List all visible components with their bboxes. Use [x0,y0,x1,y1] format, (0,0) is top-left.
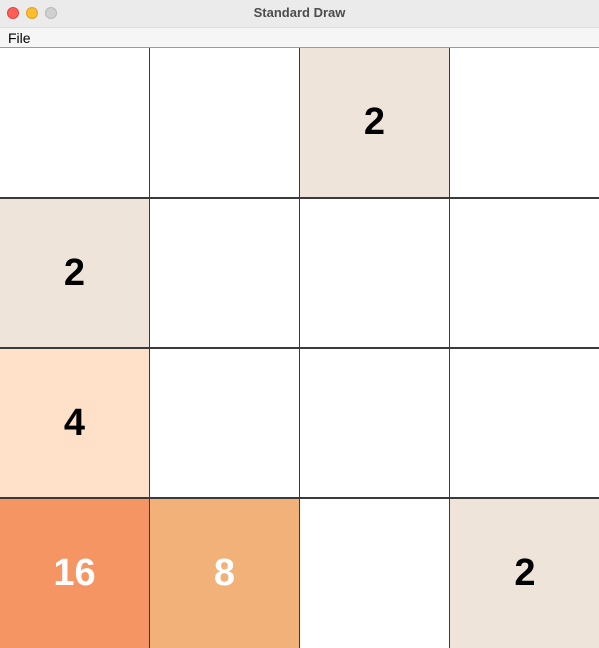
menu-file[interactable]: File [8,30,31,46]
tile-r3-c2 [299,498,450,648]
tile-r0-c0 [0,48,150,198]
tile-value: 2 [363,101,386,143]
game-board: 2 2 4 16 8 2 [0,48,599,648]
tile-r2-c3 [449,348,599,498]
tile-r1-c1 [149,198,300,348]
tile-r2-c0: 4 [0,348,150,498]
tile-r0-c2: 2 [299,48,450,198]
tile-r1-c3 [449,198,599,348]
tile-value: 8 [213,552,236,594]
tile-r0-c3 [449,48,599,198]
tile-r3-c0: 16 [0,498,150,648]
tile-r3-c3: 2 [449,498,599,648]
tile-r2-c1 [149,348,300,498]
tile-value: 2 [514,552,536,594]
tile-r1-c2 [299,198,450,348]
window-titlebar: Standard Draw [0,0,599,27]
tile-value: 2 [63,251,86,294]
tile-value: 16 [53,552,96,594]
menu-bar: File [0,27,599,48]
window-title: Standard Draw [253,5,346,20]
tile-value: 4 [63,401,86,444]
tile-r0-c1 [149,48,300,198]
tile-r1-c0: 2 [0,198,150,348]
tile-r2-c2 [299,348,450,498]
tile-r3-c1: 8 [149,498,300,648]
